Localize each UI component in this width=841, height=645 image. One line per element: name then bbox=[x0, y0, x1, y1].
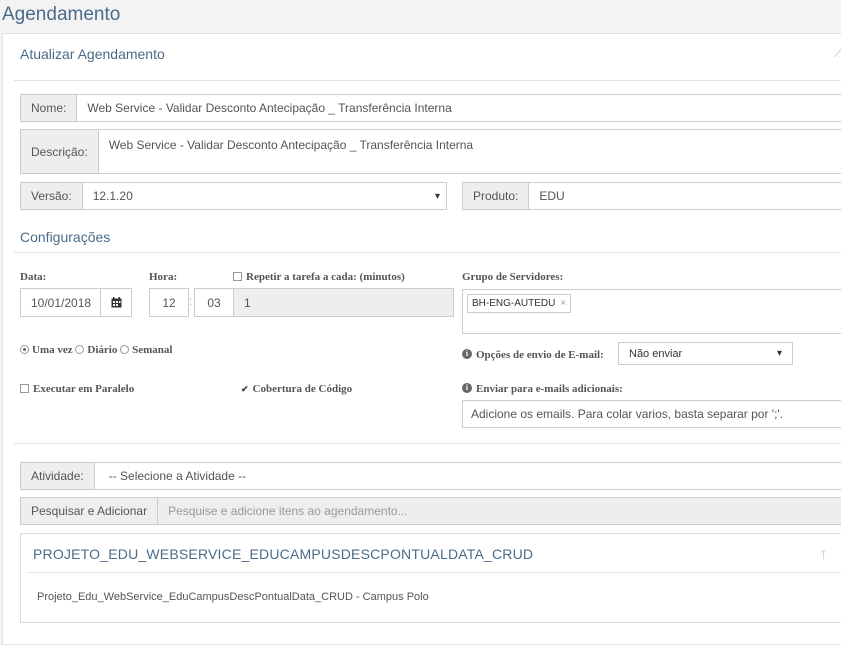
info-icon: i bbox=[462, 349, 472, 360]
data-input[interactable]: 10/01/2018 bbox=[21, 296, 100, 310]
radio-diario[interactable]: Diário bbox=[75, 344, 117, 356]
divider bbox=[14, 252, 841, 253]
radio-icon bbox=[20, 344, 29, 354]
radio-label: Semanal bbox=[132, 344, 173, 356]
info-icon: i bbox=[462, 383, 472, 394]
radio-icon bbox=[75, 344, 85, 354]
hora-minute-input[interactable]: 03 bbox=[194, 288, 234, 317]
paralelo-label: Executar em Paralelo bbox=[33, 383, 135, 395]
descricao-input-group: Descrição: Web Service - Validar Descont… bbox=[20, 129, 841, 174]
cobertura-label: Cobertura de Código bbox=[252, 383, 353, 395]
radio-semanal[interactable]: Semanal bbox=[120, 344, 172, 356]
emails-input[interactable]: Adicione os emails. Para colar varios, b… bbox=[462, 400, 841, 428]
descricao-label: Descrição: bbox=[21, 130, 99, 173]
produto-input-group: Produto: EDU bbox=[462, 182, 841, 210]
grupo-label: Grupo de Servidores: bbox=[462, 271, 564, 283]
dropdown-icon: ▾ bbox=[776, 348, 782, 359]
radio-label: Uma vez bbox=[32, 344, 73, 356]
search-input-group: Pesquisar e Adicionar Pesquise e adicion… bbox=[20, 497, 841, 525]
versao-dropdown-icon[interactable]: ▾ bbox=[435, 183, 446, 209]
divider bbox=[14, 80, 841, 81]
hora-label: Hora: bbox=[149, 271, 178, 283]
descricao-textarea[interactable]: Web Service - Validar Desconto Antecipaç… bbox=[99, 130, 841, 173]
nome-input[interactable]: Web Service - Validar Desconto Antecipaç… bbox=[77, 95, 841, 121]
versao-select[interactable]: 12.1.20 bbox=[83, 183, 435, 209]
hora-separator: : bbox=[189, 294, 193, 308]
grupo-multiselect[interactable]: BH-ENG-AUTEDU × bbox=[462, 289, 841, 334]
email-opts-label-row: i Opções de envio de E-mail: bbox=[462, 349, 604, 361]
project-title: PROJETO_EDU_WEBSERVICE_EDUCAMPUSDESCPONT… bbox=[33, 546, 534, 562]
config-title: Configurações bbox=[20, 229, 111, 245]
cobertura-checkbox-row[interactable]: ✔ Cobertura de Código bbox=[241, 383, 352, 395]
divider bbox=[14, 443, 841, 444]
search-add-button[interactable]: Pesquisar e Adicionar bbox=[21, 498, 159, 524]
emails-label-row: i Enviar para e-mails adicionais: bbox=[462, 383, 623, 395]
hora-hour-input[interactable]: 12 bbox=[149, 288, 189, 317]
grupo-tag: BH-ENG-AUTEDU × bbox=[467, 294, 572, 313]
repetir-checkbox[interactable] bbox=[233, 271, 242, 281]
remove-tag-icon[interactable]: × bbox=[560, 298, 566, 309]
freq-radio-group: Uma vez Diário Semanal bbox=[20, 344, 172, 356]
page-title: Agendamento bbox=[2, 4, 121, 25]
arrow-up-icon[interactable]: 🡑 bbox=[820, 546, 827, 568]
email-opts-label: Opções de envio de E-mail: bbox=[476, 349, 604, 361]
radio-icon bbox=[120, 344, 130, 354]
produto-input[interactable]: EDU bbox=[529, 183, 841, 209]
calendar-icon[interactable] bbox=[100, 289, 131, 316]
repetir-input[interactable]: 1 bbox=[233, 288, 454, 317]
project-item[interactable]: Projeto_Edu_WebService_EduCampusDescPont… bbox=[37, 591, 429, 603]
atividade-select[interactable]: -- Selecione a Atividade -- bbox=[95, 463, 841, 489]
search-input[interactable]: Pesquise e adicione itens ao agendamento… bbox=[158, 498, 841, 524]
divider bbox=[28, 572, 841, 573]
grupo-tag-label: BH-ENG-AUTEDU bbox=[472, 298, 556, 309]
paralelo-checkbox[interactable] bbox=[20, 383, 29, 393]
data-input-group: 10/01/2018 bbox=[20, 288, 132, 317]
radio-uma-vez[interactable]: Uma vez bbox=[20, 344, 73, 356]
produto-label: Produto: bbox=[463, 183, 530, 209]
atividade-input-group: Atividade: -- Selecione a Atividade -- bbox=[20, 462, 841, 490]
email-opts-value: Não enviar bbox=[629, 347, 683, 360]
cobertura-checkbox[interactable]: ✔ bbox=[241, 384, 249, 394]
radio-label: Diário bbox=[87, 344, 118, 356]
paralelo-checkbox-row[interactable]: Executar em Paralelo bbox=[20, 383, 134, 395]
versao-label: Versão: bbox=[21, 183, 83, 209]
data-label: Data: bbox=[20, 271, 47, 283]
versao-input-group: Versão: 12.1.20 ▾ bbox=[20, 182, 447, 210]
nome-label: Nome: bbox=[21, 95, 78, 121]
atividade-label: Atividade: bbox=[21, 463, 95, 489]
email-opts-select[interactable]: Não enviar ▾ bbox=[618, 342, 793, 365]
emails-label: Enviar para e-mails adicionais: bbox=[476, 383, 623, 395]
repetir-label: Repetir a tarefa a cada: (minutos) bbox=[246, 271, 405, 283]
collapse-icon[interactable]: ⟋ bbox=[834, 46, 841, 61]
repetir-checkbox-row[interactable]: Repetir a tarefa a cada: (minutos) bbox=[233, 271, 405, 283]
section-title: Atualizar Agendamento bbox=[20, 46, 165, 62]
nome-input-group: Nome: Web Service - Validar Desconto Ant… bbox=[20, 94, 841, 122]
